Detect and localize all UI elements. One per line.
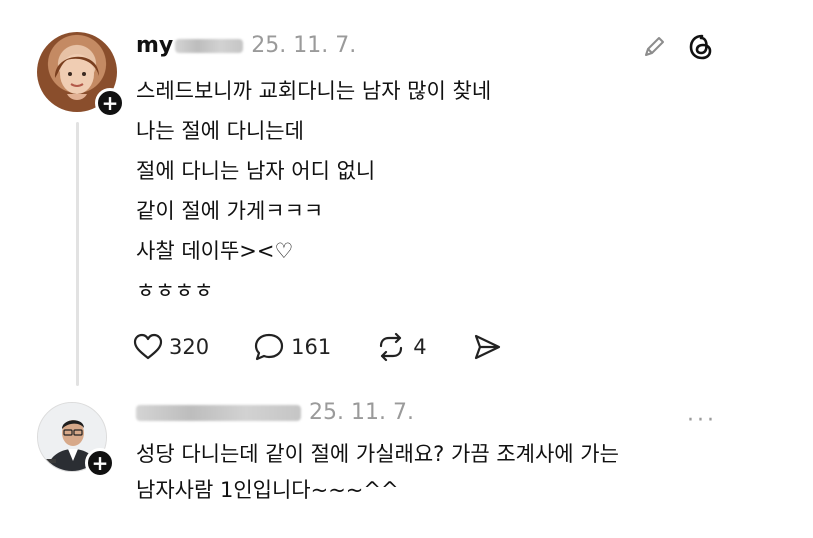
reply-button[interactable]: 161 xyxy=(253,332,331,362)
repost-button[interactable]: 4 xyxy=(375,332,427,362)
more-options-button[interactable]: ··· xyxy=(687,408,717,433)
username[interactable] xyxy=(136,404,301,421)
post-date: 25. 11. 7. xyxy=(309,400,414,425)
post-text-line: 스레드보니까 교회다니는 남자 많이 찾네 xyxy=(136,79,492,103)
username-text: my xyxy=(136,33,174,58)
heart-icon xyxy=(133,333,163,360)
repost-icon xyxy=(380,332,403,362)
header-actions xyxy=(639,32,717,62)
author-avatar-wrap[interactable]: + xyxy=(37,32,125,118)
follow-plus-button[interactable]: + xyxy=(85,448,115,478)
thread-connector-line xyxy=(76,122,79,386)
post-body: 스레드보니까 교회다니는 남자 많이 찾네 나는 절에 다니는데 절에 다니는 … xyxy=(136,71,491,311)
post-text-line: 절에 다니는 남자 어디 없니 xyxy=(136,159,376,183)
username-redacted xyxy=(136,404,301,421)
repost-count: 4 xyxy=(413,335,427,359)
post-header: my 25. 11. 7. xyxy=(136,33,356,58)
post-text-line: 사찰 데이뚜><♡ xyxy=(136,239,294,263)
post-body: 성당 다니는데 같이 절에 가실래요? 가끔 조계사에 가는 남자사람 1인입니… xyxy=(136,436,619,508)
post-header: 25. 11. 7. xyxy=(136,400,414,425)
post-text-line: 같이 절에 가게ㅋㅋㅋ xyxy=(136,199,324,223)
post-text-line: 남자사람 1인입니다~~~^^ xyxy=(136,478,399,502)
post-text-line: ㅎㅎㅎㅎ xyxy=(136,279,214,303)
threads-logo-icon[interactable] xyxy=(687,32,717,62)
author-avatar-wrap[interactable]: + xyxy=(37,402,115,478)
thread-reply-post: + 25. 11. 7. ··· 성당 다니는데 같이 절에 가실래요? 가끔 … xyxy=(0,390,813,538)
pencil-icon[interactable] xyxy=(639,32,669,62)
follow-plus-button[interactable]: + xyxy=(95,88,125,118)
reply-icon xyxy=(254,333,284,361)
share-icon xyxy=(474,334,500,360)
post-actions: 320 161 4 xyxy=(133,332,503,362)
like-count: 320 xyxy=(169,335,210,359)
post-text-line: 나는 절에 다니는데 xyxy=(136,119,304,143)
username[interactable]: my xyxy=(136,33,244,58)
share-button[interactable] xyxy=(471,332,503,362)
username-redacted xyxy=(175,38,244,53)
reply-count: 161 xyxy=(291,335,332,359)
like-button[interactable]: 320 xyxy=(133,333,209,361)
post-date: 25. 11. 7. xyxy=(251,33,357,58)
thread-post: + my 25. 11. 7. 스레드보니까 교회다니는 남자 많이 찾네 나는… xyxy=(0,0,813,390)
post-text-line: 성당 다니는데 같이 절에 가실래요? 가끔 조계사에 가는 xyxy=(136,442,619,466)
